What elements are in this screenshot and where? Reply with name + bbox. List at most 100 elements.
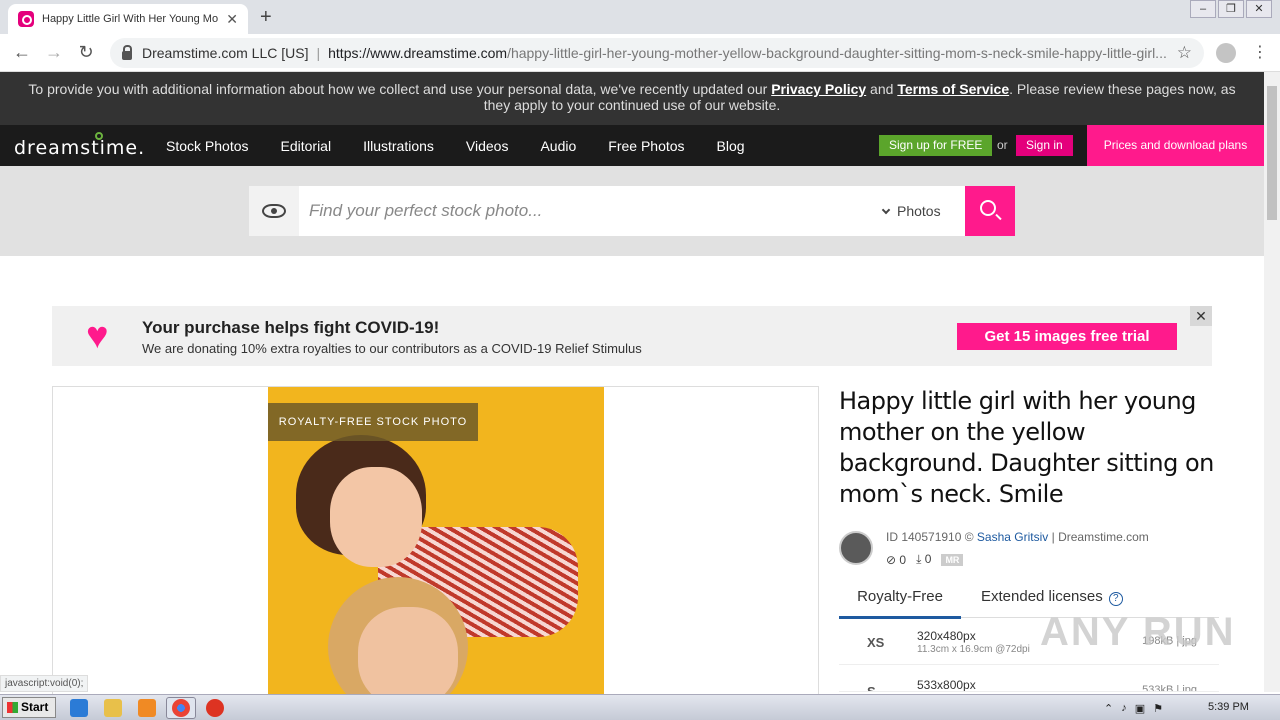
forward-icon[interactable]: → bbox=[38, 42, 70, 63]
chevron-down-icon bbox=[881, 205, 891, 215]
signin-button[interactable]: Sign in bbox=[1016, 135, 1073, 156]
nav-audio[interactable]: Audio bbox=[540, 138, 576, 154]
model-release-badge: MR bbox=[941, 553, 964, 566]
url-domain: https://www.dreamstime.com bbox=[328, 45, 508, 61]
scrollbar-thumb[interactable] bbox=[1267, 86, 1277, 220]
author-link[interactable]: Sasha Gritsiv bbox=[977, 530, 1048, 544]
size-code: S bbox=[867, 684, 876, 692]
browser-menu-icon[interactable]: ⋮ bbox=[1252, 42, 1268, 62]
size-option-s[interactable]: S 533x800px 533kB | jpg bbox=[839, 670, 1219, 692]
tab-royalty-free[interactable]: Royalty-Free bbox=[839, 588, 961, 619]
notice-and: and bbox=[866, 81, 898, 97]
heart-icon: ♥ bbox=[86, 315, 109, 357]
flag-icon[interactable]: ⚑ bbox=[1153, 702, 1163, 715]
search-input[interactable] bbox=[309, 198, 849, 224]
close-window-icon[interactable]: ✕ bbox=[1246, 0, 1272, 18]
clock: 5:39 PM bbox=[1208, 701, 1249, 713]
image-stats: ⊘ 0 ⤓ 0 MR bbox=[886, 552, 964, 567]
prices-button[interactable]: Prices and download plans bbox=[1087, 125, 1264, 166]
search-type-value: Photos bbox=[897, 203, 941, 219]
close-tab-icon[interactable]: ✕ bbox=[226, 11, 238, 28]
eye-icon bbox=[262, 204, 286, 218]
lock-icon bbox=[122, 44, 132, 60]
photo-mother-face bbox=[358, 607, 458, 695]
tab-extended-licenses[interactable]: Extended licenses? bbox=[981, 588, 1123, 606]
network-icon[interactable]: ▣ bbox=[1135, 702, 1145, 715]
browser-tabbar: Happy Little Girl With Her Young Mot ✕ +… bbox=[0, 0, 1280, 34]
nav-stock-photos[interactable]: Stock Photos bbox=[166, 138, 249, 154]
url-field[interactable]: Dreamstime.com LLC [US] | https://www.dr… bbox=[110, 38, 1204, 68]
nav-free-photos[interactable]: Free Photos bbox=[608, 138, 684, 154]
downloads-count: ⤓ 0 bbox=[916, 552, 931, 567]
covid-title: Your purchase helps fight COVID-19! bbox=[142, 318, 440, 337]
site-org: Dreamstime.com LLC [US] bbox=[142, 45, 309, 61]
nav-illustrations[interactable]: Illustrations bbox=[363, 138, 434, 154]
privacy-notice: To provide you with additional informati… bbox=[0, 72, 1264, 125]
start-button[interactable]: Start bbox=[2, 697, 56, 718]
status-url: javascript:void(0); bbox=[0, 675, 89, 692]
image-meta: ID 140571910 © Sasha Gritsiv | Dreamstim… bbox=[886, 530, 1149, 544]
covid-banner: ♥ Your purchase helps fight COVID-19! We… bbox=[52, 306, 1212, 366]
visual-search-button[interactable] bbox=[249, 186, 299, 236]
notice-text-1: To provide you with additional informati… bbox=[28, 81, 772, 97]
volume-icon[interactable]: ♪ bbox=[1121, 702, 1127, 714]
signup-button[interactable]: Sign up for FREE bbox=[879, 135, 993, 156]
minimize-icon[interactable]: – bbox=[1190, 0, 1216, 18]
nav-videos[interactable]: Videos bbox=[466, 138, 509, 154]
search-button[interactable] bbox=[965, 186, 1015, 236]
url-separator: | bbox=[316, 45, 321, 61]
address-bar: ← → ↻ Dreamstime.com LLC [US] | https://… bbox=[0, 34, 1280, 72]
back-icon[interactable]: ← bbox=[6, 42, 38, 63]
new-tab-icon[interactable]: + bbox=[260, 6, 272, 29]
bookmark-star-icon[interactable]: ☆ bbox=[1177, 43, 1192, 63]
royalty-free-badge: ROYALTY-FREE STOCK PHOTO bbox=[268, 403, 478, 441]
start-label: Start bbox=[21, 700, 49, 714]
search-type-dropdown[interactable]: Photos bbox=[881, 203, 941, 219]
site-header: dreamstime. Stock Photos Editorial Illus… bbox=[0, 125, 1264, 166]
explorer-icon[interactable] bbox=[104, 699, 122, 717]
windows-taskbar: Start ⌃ ♪ ▣ ⚑ 5:39 PM bbox=[0, 694, 1280, 720]
image-frame: ROYALTY-FREE STOCK PHOTO bbox=[52, 386, 819, 696]
search-icon bbox=[980, 200, 996, 216]
size-code: XS bbox=[867, 635, 885, 650]
nav-editorial[interactable]: Editorial bbox=[281, 138, 332, 154]
search-bar: Photos bbox=[249, 186, 1015, 236]
tab-title: Happy Little Girl With Her Young Mot bbox=[42, 13, 218, 25]
terms-of-service-link[interactable]: Terms of Service bbox=[897, 81, 1009, 97]
chrome-icon bbox=[172, 699, 190, 717]
nav-blog[interactable]: Blog bbox=[717, 138, 745, 154]
windows-logo-icon bbox=[7, 702, 18, 713]
url-path: /happy-little-girl-her-young-mother-yell… bbox=[507, 45, 1167, 61]
image-id: ID 140571910 © bbox=[886, 530, 977, 544]
size-pixels: 533x800px bbox=[917, 678, 976, 692]
privacy-policy-link[interactable]: Privacy Policy bbox=[771, 81, 866, 97]
views-count: ⊘ 0 bbox=[886, 553, 906, 567]
views-value: 0 bbox=[899, 552, 907, 567]
restore-icon[interactable]: ❐ bbox=[1218, 0, 1244, 18]
size-file: 533kB | jpg bbox=[1142, 684, 1197, 692]
site-credit: | Dreamstime.com bbox=[1048, 530, 1149, 544]
close-banner-icon[interactable]: ✕ bbox=[1190, 306, 1212, 326]
download-icon: ⤓ bbox=[916, 552, 922, 566]
browser-tab[interactable]: Happy Little Girl With Her Young Mot ✕ bbox=[8, 4, 248, 34]
ie-icon[interactable] bbox=[70, 699, 88, 717]
dreamstime-favicon-icon bbox=[18, 11, 34, 27]
reload-icon[interactable]: ↻ bbox=[70, 42, 102, 63]
search-band: Photos bbox=[0, 166, 1264, 256]
free-trial-button[interactable]: Get 15 images free trial bbox=[957, 323, 1177, 350]
dreamstime-logo[interactable]: dreamstime. bbox=[14, 137, 145, 159]
help-icon[interactable]: ? bbox=[1108, 592, 1123, 606]
logo-swirl-icon bbox=[95, 132, 103, 140]
profile-avatar-icon[interactable] bbox=[1216, 43, 1236, 63]
author-avatar[interactable] bbox=[839, 531, 873, 565]
stop-icon[interactable] bbox=[206, 699, 224, 717]
anyrun-watermark: ANY RUN bbox=[1040, 610, 1236, 654]
image-title: Happy little girl with her young mother … bbox=[839, 387, 1214, 508]
covid-subtitle: We are donating 10% extra royalties to o… bbox=[142, 341, 642, 356]
page-scrollbar[interactable] bbox=[1264, 72, 1280, 692]
views-icon: ⊘ bbox=[886, 552, 897, 567]
size-print: 11.3cm x 16.9cm @72dpi bbox=[917, 644, 1030, 655]
media-player-icon[interactable] bbox=[138, 699, 156, 717]
tray-expand-icon[interactable]: ⌃ bbox=[1104, 702, 1113, 715]
main-nav: Stock Photos Editorial Illustrations Vid… bbox=[166, 138, 745, 154]
